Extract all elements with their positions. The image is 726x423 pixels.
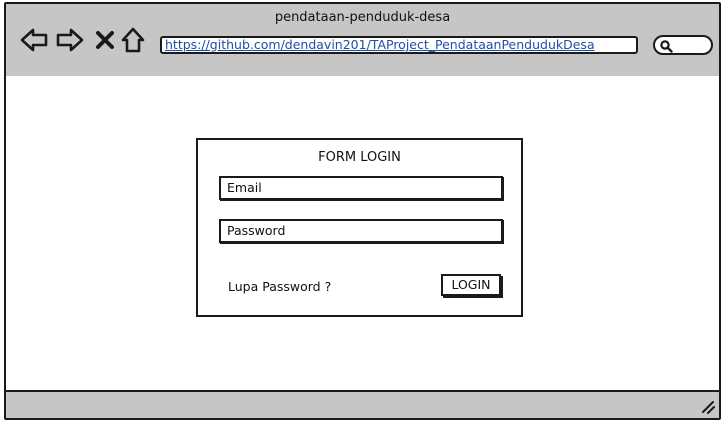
login-button[interactable]: LOGIN (441, 274, 501, 296)
form-title: FORM LOGIN (318, 150, 401, 165)
login-form: FORM LOGIN Email Password Lupa Password … (196, 138, 523, 317)
status-bar (6, 390, 719, 418)
back-arrow-icon[interactable] (19, 25, 49, 55)
address-bar[interactable]: https://github.com/dendavin201/TAProject… (160, 36, 638, 54)
window-title: pendataan-penduduk-desa (274, 10, 451, 25)
email-field[interactable]: Email (219, 176, 503, 200)
email-placeholder: Email (227, 180, 262, 195)
search-icon (660, 40, 673, 53)
forgot-password-link[interactable]: Lupa Password ? (228, 279, 331, 294)
password-placeholder: Password (227, 223, 286, 238)
search-field[interactable] (653, 35, 713, 55)
forward-arrow-icon[interactable] (55, 25, 85, 55)
home-icon[interactable] (120, 25, 146, 55)
browser-toolbar: pendataan-penduduk-desa https://github.c… (6, 4, 719, 78)
password-field[interactable]: Password (219, 219, 503, 243)
url-text[interactable]: https://github.com/dendavin201/TAProject… (165, 38, 595, 52)
close-x-icon[interactable] (93, 25, 117, 55)
resize-grip-icon[interactable] (701, 400, 715, 414)
